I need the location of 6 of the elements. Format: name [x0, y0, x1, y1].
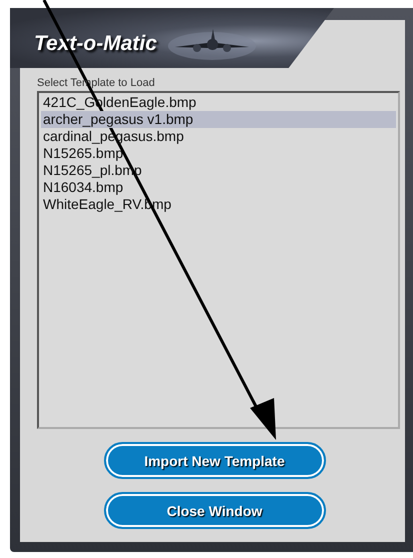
action-button[interactable]: Close Window: [104, 492, 326, 529]
template-item[interactable]: archer_pegasus v1.bmp: [41, 111, 396, 128]
template-item[interactable]: N16034.bmp: [41, 179, 396, 196]
window-title: Text-o-Matic: [34, 32, 157, 56]
template-item[interactable]: N15265.bmp: [41, 145, 396, 162]
action-button[interactable]: Import New Template: [104, 442, 326, 479]
